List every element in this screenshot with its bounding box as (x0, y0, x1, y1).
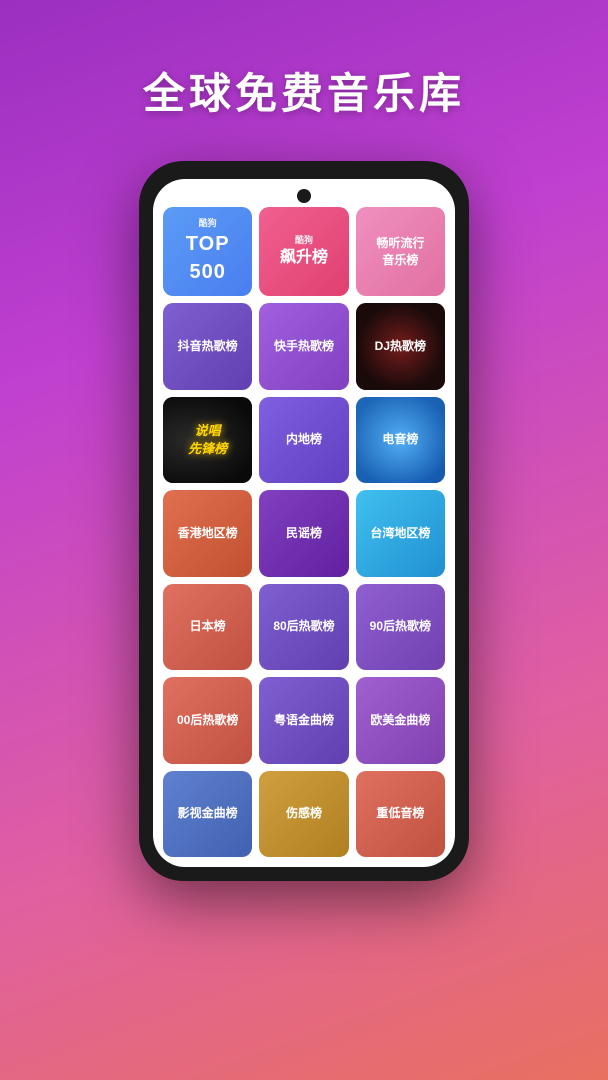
phone-screen: 酷狗 TOP 500 酷狗 飙升榜 畅听流行音乐榜抖音热歌榜快手热歌榜DJ热歌榜… (153, 179, 455, 867)
music-card-90hou[interactable]: 90后热歌榜 (356, 584, 445, 670)
music-card-top500[interactable]: 酷狗 TOP 500 (163, 207, 252, 296)
music-card-taiwan[interactable]: 台湾地区榜 (356, 490, 445, 576)
music-card-douyin[interactable]: 抖音热歌榜 (163, 303, 252, 389)
music-card-feiyang[interactable]: 酷狗 飙升榜 (259, 207, 348, 296)
screen-content: 酷狗 TOP 500 酷狗 飙升榜 畅听流行音乐榜抖音热歌榜快手热歌榜DJ热歌榜… (153, 179, 455, 867)
page-title: 全球免费音乐库 (143, 60, 465, 121)
music-card-xianggang[interactable]: 香港地区榜 (163, 490, 252, 576)
music-card-diyin[interactable]: 电音榜 (356, 397, 445, 483)
music-card-oumei[interactable]: 欧美金曲榜 (356, 677, 445, 763)
music-card-liuxing[interactable]: 畅听流行音乐榜 (356, 207, 445, 296)
music-card-00hou[interactable]: 00后热歌榜 (163, 677, 252, 763)
music-card-shuochang[interactable]: 说唱先锋榜 (163, 397, 252, 483)
music-card-80hou[interactable]: 80后热歌榜 (259, 584, 348, 670)
music-card-neidi[interactable]: 内地榜 (259, 397, 348, 483)
music-card-riben[interactable]: 日本榜 (163, 584, 252, 670)
music-card-shanggan[interactable]: 伤感榜 (259, 771, 348, 858)
music-card-zhongdiyin[interactable]: 重低音榜 (356, 771, 445, 858)
music-card-dj[interactable]: DJ热歌榜 (356, 303, 445, 389)
music-card-yingshi[interactable]: 影视金曲榜 (163, 771, 252, 858)
phone-wrapper: 酷狗 TOP 500 酷狗 飙升榜 畅听流行音乐榜抖音热歌榜快手热歌榜DJ热歌榜… (139, 161, 469, 881)
music-card-yueyu[interactable]: 粤语金曲榜 (259, 677, 348, 763)
music-card-kuaishou[interactable]: 快手热歌榜 (259, 303, 348, 389)
music-card-minyao[interactable]: 民谣榜 (259, 490, 348, 576)
notch (297, 189, 311, 203)
